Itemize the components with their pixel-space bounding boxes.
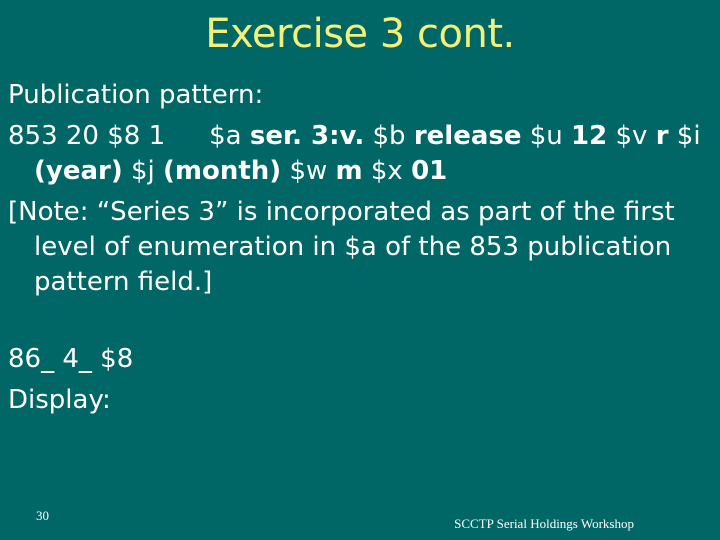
subfield-b-value: release xyxy=(413,121,522,151)
slide-title: Exercise 3 cont. xyxy=(205,11,515,57)
subfield-v-value: r xyxy=(655,121,669,151)
field-853-line: 853 20 $8 1 $a ser. 3:v. $b release $u 12… xyxy=(8,121,701,186)
page-number: 30 xyxy=(36,508,49,523)
subfield-i-value: (year) xyxy=(34,156,123,186)
subfield-j-value: (month) xyxy=(163,156,282,186)
footer-text: SCCTP Serial Holdings Workshop xyxy=(454,516,634,531)
subfield-x-value: 01 xyxy=(411,156,448,186)
field-86x-line: 86_ 4_ $8 xyxy=(8,344,134,374)
publication-pattern-label: Publication pattern: xyxy=(8,80,264,110)
field-853-tag: 853 20 $8 1 xyxy=(8,121,166,151)
subfield-a-value: ser. 3:v. xyxy=(249,121,365,151)
slide-body: Publication pattern: 853 20 $8 1 $a ser. … xyxy=(8,78,708,418)
subfield-w-value: m xyxy=(335,156,363,186)
display-label: Display: xyxy=(8,385,111,415)
note-paragraph: [Note: “Series 3” is incorporated as par… xyxy=(8,197,675,297)
subfield-u-value: 12 xyxy=(571,121,608,151)
slide: Exercise 3 cont. Publication pattern: 85… xyxy=(0,0,720,540)
